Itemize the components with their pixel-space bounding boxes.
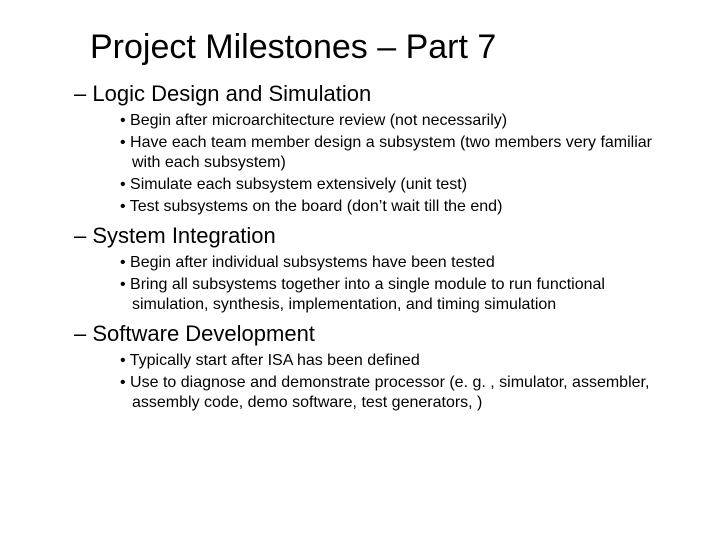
section-heading: Software Development	[60, 321, 660, 347]
list-item: Use to diagnose and demonstrate processo…	[132, 373, 660, 413]
section-heading: System Integration	[60, 223, 660, 249]
list-item: Have each team member design a subsystem…	[132, 133, 660, 173]
list-item: Simulate each subsystem extensively (uni…	[132, 175, 660, 195]
list-item: Typically start after ISA has been defin…	[132, 351, 660, 371]
list-item: Test subsystems on the board (don’t wait…	[132, 197, 660, 217]
list-item: Begin after individual subsystems have b…	[132, 253, 660, 273]
bullet-list: Typically start after ISA has been defin…	[60, 351, 660, 413]
section-heading: Logic Design and Simulation	[60, 81, 660, 107]
slide: Project Milestones – Part 7 Logic Design…	[0, 0, 720, 540]
slide-title: Project Milestones – Part 7	[60, 28, 660, 67]
bullet-list: Begin after microarchitecture review (no…	[60, 111, 660, 217]
list-item: Bring all subsystems together into a sin…	[132, 275, 660, 315]
list-item: Begin after microarchitecture review (no…	[132, 111, 660, 131]
bullet-list: Begin after individual subsystems have b…	[60, 253, 660, 315]
